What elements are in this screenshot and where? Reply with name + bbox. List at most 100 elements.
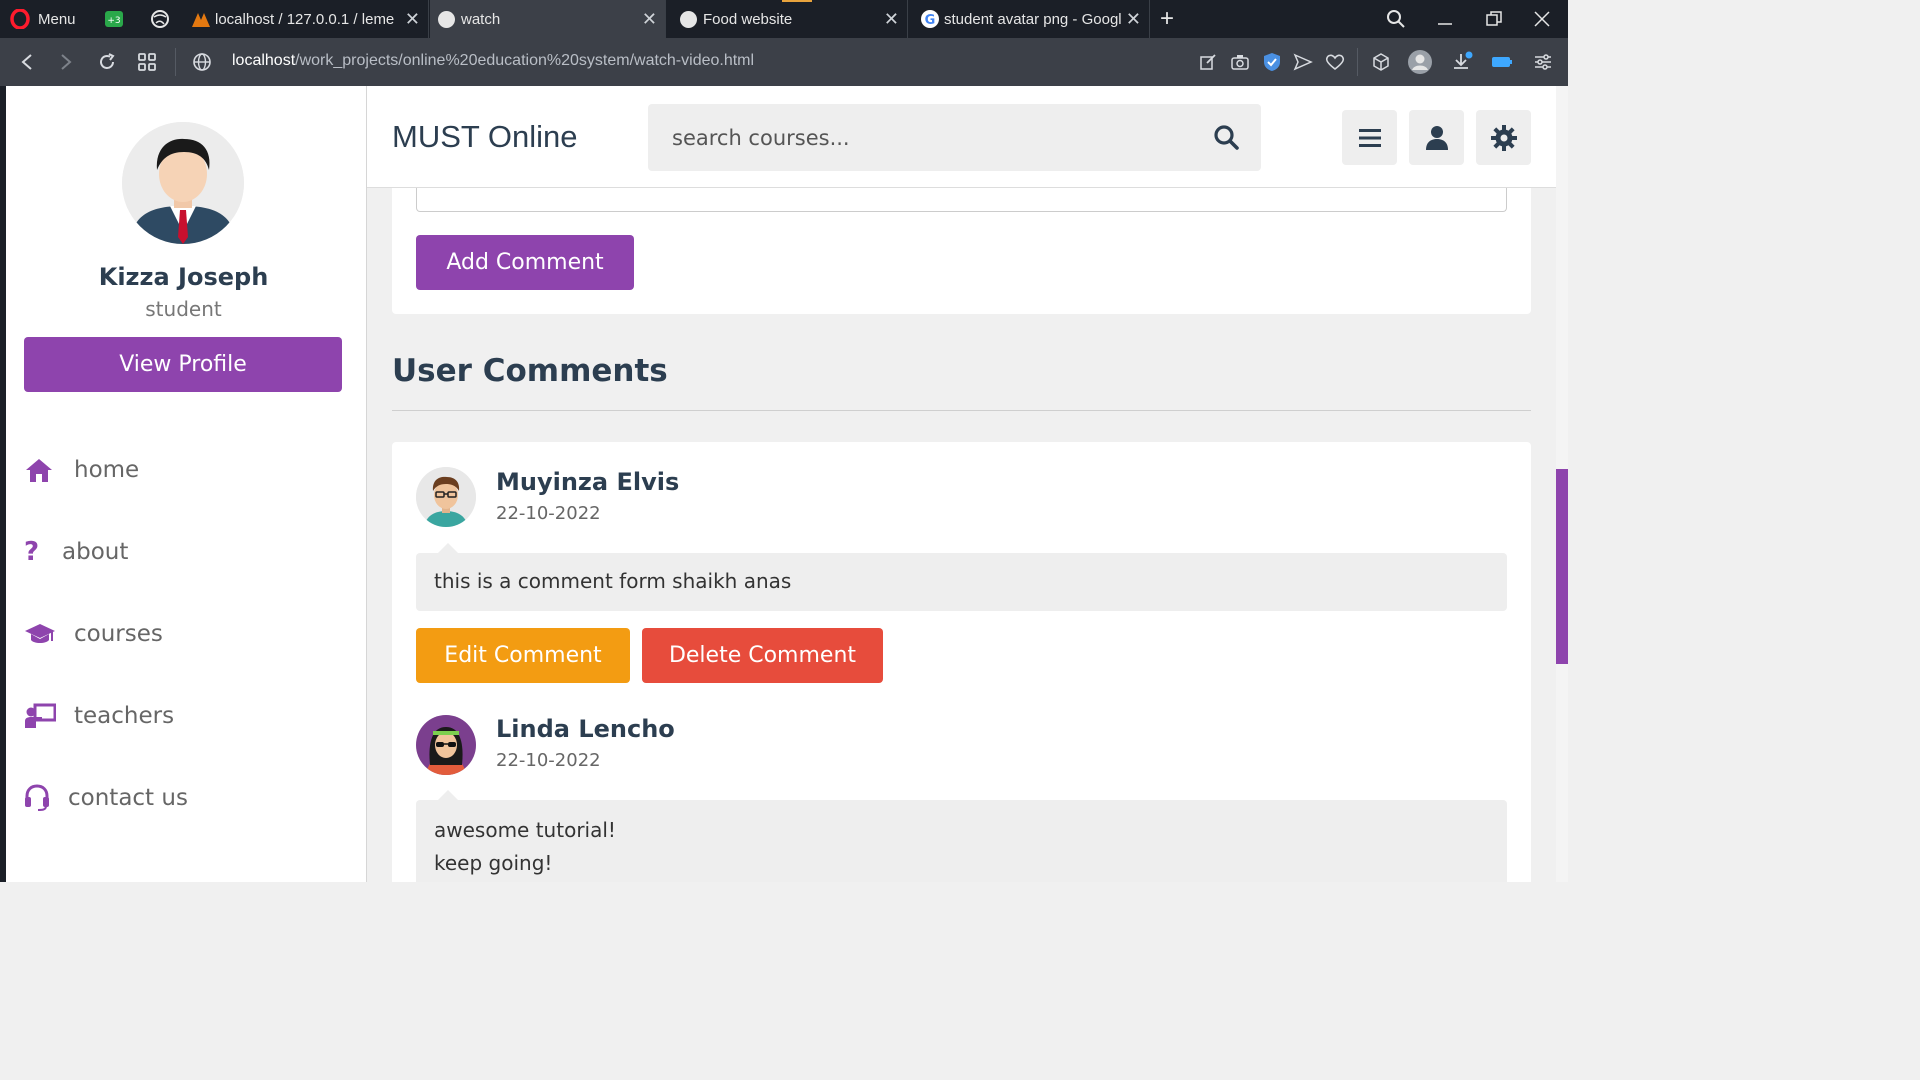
new-tab-button[interactable]: + [1160,0,1174,38]
comment-text-line: keep going! [434,851,553,875]
nav-label: courses [74,621,163,647]
hamburger-menu-icon [1358,128,1381,147]
home-icon [24,455,58,485]
globe-icon [438,10,455,28]
tab-google-search[interactable]: G student avatar png - Googl ✕ [910,0,1150,38]
site-header: MUST Online [367,86,1556,188]
settings-button[interactable] [1476,110,1531,165]
speed-dial-button[interactable] [136,51,158,73]
minimize-window-button[interactable] [1436,0,1454,38]
nav-item-home[interactable]: home [24,452,139,488]
page-scrollbar-thumb[interactable] [1556,469,1568,664]
restore-window-button[interactable] [1485,0,1503,38]
send-icon [1293,53,1313,71]
nav-label: about [62,539,129,565]
url-field[interactable]: localhost/work_projects/online%20educati… [232,52,754,70]
back-button[interactable] [16,51,38,73]
tab-title: Food website [703,10,793,28]
site-logo[interactable]: MUST Online [392,119,578,155]
nav-item-about[interactable]: ? about [24,534,128,570]
grid-icon [138,53,156,71]
nav-label: contact us [68,785,188,811]
gear-icon [1490,124,1517,151]
bookmark-heart-button[interactable] [1324,51,1346,73]
nav-item-courses[interactable]: courses [24,616,163,652]
extensions-button[interactable] [1370,51,1392,73]
divider [1357,48,1358,76]
browser-menu-button[interactable]: Menu [10,0,76,38]
search-bar [648,104,1261,171]
tab-food-website[interactable]: Food website ✕ [668,0,908,38]
headset-icon [24,783,52,813]
question-icon: ? [24,537,40,567]
downloads-button[interactable] [1451,51,1473,73]
url-path: /work_projects/online%20education%20syst… [295,52,755,69]
search-icon [1214,125,1239,150]
close-tab-icon[interactable]: ✕ [1126,9,1141,30]
comment-textarea[interactable] [416,188,1507,212]
close-tab-icon[interactable]: ✕ [642,9,657,30]
edit-comment-button[interactable]: Edit Comment [416,628,630,683]
comment-date: 22-10-2022 [496,503,601,524]
comments-heading: User Comments [392,353,668,389]
close-tab-icon[interactable]: ✕ [405,9,420,30]
tab-search-button[interactable] [1386,0,1406,38]
site-info-button[interactable] [191,51,213,73]
comment-text-line: awesome tutorial! [434,818,616,842]
divider [392,410,1531,411]
pinned-tab-globe[interactable] [150,0,170,38]
delete-comment-button[interactable]: Delete Comment [642,628,883,683]
main-content: Add Comment User Comments Muyinza Elvis … [367,188,1556,882]
comment-date: 22-10-2022 [496,750,601,771]
profile-button[interactable] [1406,48,1434,76]
tab-title: student avatar png - Googl [944,10,1122,28]
divider [175,48,176,76]
chalkboard-teacher-icon [24,701,58,731]
snapshot-edit-button[interactable] [1197,51,1219,73]
menu-button[interactable] [1342,110,1397,165]
close-window-button[interactable] [1533,0,1551,38]
view-profile-button[interactable]: View Profile [24,337,342,392]
sidebar: Kizza Joseph student View Profile home ?… [6,86,367,882]
browser-address-bar: localhost/work_projects/online%20educati… [0,38,1568,86]
opera-logo-icon [10,9,30,29]
battery-saver-button[interactable] [1491,51,1513,73]
shield-icon [1264,53,1280,71]
settings-sliders-icon [1535,54,1551,70]
adblock-button[interactable] [1261,51,1283,73]
tab-watch[interactable]: watch ✕ [430,0,666,38]
comment-avatar [416,715,476,775]
graduation-cap-icon [24,619,58,649]
add-comment-button[interactable]: Add Comment [416,235,634,290]
tab-title: localhost / 127.0.0.1 / leme [215,10,395,28]
tab-phpmyadmin[interactable]: localhost / 127.0.0.1 / leme ✕ [191,0,429,38]
snapshot-button[interactable] [1229,51,1251,73]
pinned-tab-whatsapp[interactable]: +3 [104,0,124,38]
send-button[interactable] [1292,51,1314,73]
student-avatar-icon [122,122,244,244]
google-icon: G [921,10,939,28]
forward-button[interactable] [55,51,77,73]
browser-menu-label: Menu [38,10,76,28]
easy-setup-button[interactable] [1532,51,1554,73]
reload-button[interactable] [96,51,118,73]
search-input[interactable] [672,104,1192,171]
female-avatar-icon [416,715,476,775]
add-comment-box: Add Comment [392,188,1531,314]
battery-icon [1492,57,1512,67]
chevron-left-icon [21,54,32,70]
edit-icon [1200,54,1216,70]
search-button[interactable] [1213,124,1239,154]
comment-author: Muyinza Elvis [496,468,680,496]
minimize-icon [1438,23,1452,25]
nav-item-teachers[interactable]: teachers [24,698,174,734]
tab-audio-indicator [782,0,812,2]
close-tab-icon[interactable]: ✕ [884,9,899,30]
nav-item-contact-us[interactable]: contact us [24,780,188,816]
restore-icon [1486,11,1502,26]
globe-icon [680,10,697,28]
user-avatar-icon [1408,50,1432,74]
heart-icon [1325,54,1345,71]
user-button[interactable] [1409,110,1464,165]
svg-text:+3: +3 [107,16,120,26]
